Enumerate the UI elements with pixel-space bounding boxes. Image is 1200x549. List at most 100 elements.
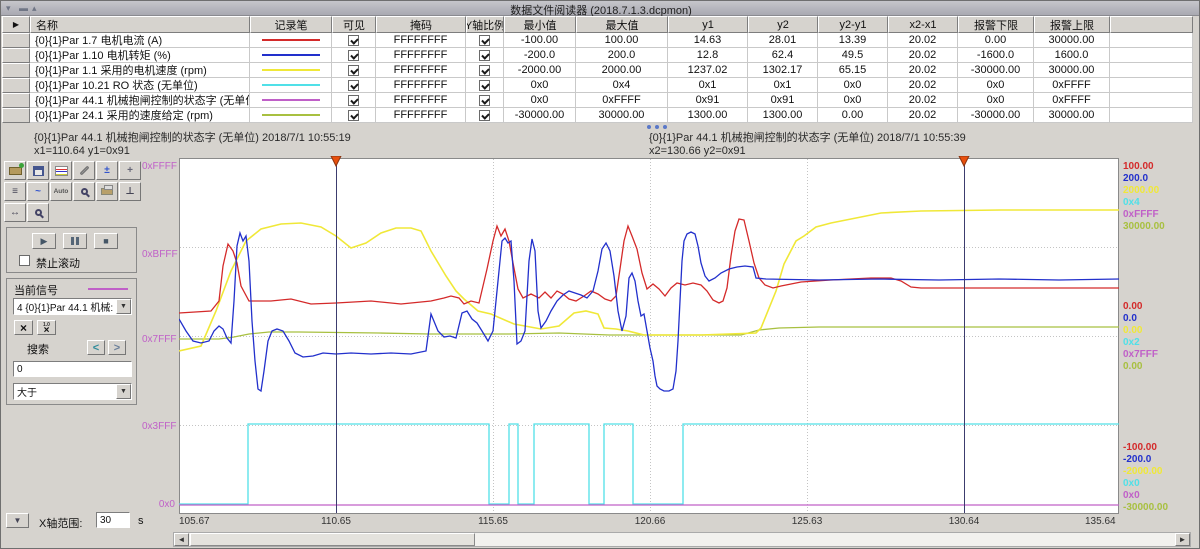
column-header[interactable]: x2-x1 [888, 16, 958, 33]
row-gutter [2, 48, 30, 63]
row-filler [1110, 63, 1193, 78]
chevron-down-icon: ▼ [14, 516, 22, 525]
signal-table: ▶名称记录笔可见掩码Y轴比例最小值最大值y1y2y2-y1x2-x1报警下限报警… [2, 16, 1193, 123]
x-axis-tick-label: 120.66 [635, 516, 666, 527]
visible-checkbox[interactable] [332, 78, 376, 93]
table-row[interactable]: {0}{1}Par 44.1 机械抱闸控制的状态字 (无单位)FFFFFFFF0… [2, 93, 1193, 108]
column-header[interactable]: 最大值 [576, 16, 668, 33]
table-row[interactable]: {0}{1}Par 1.10 电机转矩 (%)FFFFFFFF-200.0200… [2, 48, 1193, 63]
signal-name-cell[interactable]: {0}{1}Par 1.1 采用的电机速度 (rpm) [30, 63, 250, 78]
tools-icon[interactable] [73, 161, 95, 180]
scroll-lock-checkbox[interactable] [19, 255, 30, 266]
visible-checkbox[interactable] [332, 63, 376, 78]
search-next-button[interactable]: > [108, 340, 126, 355]
x-range-input[interactable]: 30 [96, 512, 130, 528]
print-icon[interactable] [96, 182, 118, 201]
delete-signal-button[interactable]: × [14, 320, 33, 335]
pen-color-swatch [250, 108, 332, 123]
chevron-down-icon[interactable]: ▼ [116, 299, 131, 314]
yscale-checkbox[interactable] [466, 63, 504, 78]
signal-name-cell[interactable]: {0}{1}Par 10.21 RO 状态 (无单位) [30, 78, 250, 93]
max-cell: 200.0 [576, 48, 668, 63]
right-axis-label: 30000.00 [1123, 221, 1165, 232]
cursor1-signal-label: {0}{1}Par 44.1 机械抱闸控制的状态字 (无单位) 2018/7/1… [34, 132, 351, 145]
right-axis-label: -100.00 [1123, 442, 1157, 453]
column-header[interactable]: y2 [748, 16, 818, 33]
row-filler [1110, 108, 1193, 123]
search-input[interactable]: 0 [13, 361, 132, 377]
collapse-panel-button[interactable]: ▼ [6, 513, 29, 528]
zoom-find-icon[interactable] [27, 203, 49, 222]
table-row[interactable]: {0}{1}Par 10.21 RO 状态 (无单位)FFFFFFFF0x00x… [2, 78, 1193, 93]
signal-name-cell[interactable]: {0}{1}Par 24.1 采用的速度给定 (rpm) [30, 108, 250, 123]
scale-icon[interactable]: ± [96, 161, 118, 180]
table-row[interactable]: {0}{1}Par 24.1 采用的速度给定 (rpm)FFFFFFFF-300… [2, 108, 1193, 123]
pan-icon[interactable]: + [119, 161, 141, 180]
right-axis-label: 0.00 [1123, 361, 1142, 372]
signal-select[interactable]: 4 {0}{1}Par 44.1 机械: ▼ [13, 298, 132, 315]
open-file-icon[interactable] [4, 161, 26, 180]
y1-cell: 1237.02 [668, 63, 748, 78]
signal-name-cell[interactable]: {0}{1}Par 44.1 机械抱闸控制的状态字 (无单位) [30, 93, 250, 108]
column-header[interactable]: 报警上限 [1034, 16, 1110, 33]
yscale-checkbox[interactable] [466, 78, 504, 93]
visible-checkbox[interactable] [332, 48, 376, 63]
condition-select[interactable]: 大于 ▼ [13, 383, 132, 400]
splitter-handle[interactable] [1, 123, 1200, 131]
axis-setup-icon[interactable]: ⊥ [119, 182, 141, 201]
row-gutter [2, 63, 30, 78]
y1-cell: 14.63 [668, 33, 748, 48]
grid-icon[interactable]: ≡ [4, 182, 26, 201]
play-button[interactable]: ▶ [32, 233, 56, 249]
column-header[interactable]: 名称 [30, 16, 250, 33]
current-signal-group: 当前信号 4 {0}{1}Par 44.1 机械: ▼ × 1.0 × 搜索 <… [6, 278, 137, 405]
current-signal-label: 当前信号 [14, 282, 58, 298]
visible-checkbox[interactable] [332, 93, 376, 108]
column-header[interactable]: 可见 [332, 16, 376, 33]
scroll-left-arrow-icon[interactable]: ◄ [174, 533, 189, 546]
auto-scale-button[interactable]: Auto [50, 182, 72, 201]
fit-view-icon[interactable]: ↔ [4, 203, 26, 222]
x-axis-tick-label: 125.63 [792, 516, 823, 527]
right-axis-label: 0x0 [1123, 490, 1140, 501]
visible-checkbox[interactable] [332, 108, 376, 123]
scroll-right-arrow-icon[interactable]: ► [1175, 533, 1190, 546]
plot-area[interactable] [179, 156, 1119, 514]
table-row[interactable]: {0}{1}Par 1.1 采用的电机速度 (rpm)FFFFFFFF-2000… [2, 63, 1193, 78]
column-header[interactable]: y1 [668, 16, 748, 33]
waveform-icon[interactable]: ~ [27, 182, 49, 201]
pause-button[interactable] [63, 233, 87, 249]
yscale-checkbox[interactable] [466, 48, 504, 63]
table-gutter-arrow-icon[interactable]: ▶ [2, 16, 30, 33]
reset-scale-button[interactable]: 1.0 × [37, 320, 56, 335]
table-row[interactable]: {0}{1}Par 1.7 电机电流 (A)FFFFFFFF-100.00100… [2, 33, 1193, 48]
alarm-high-cell: 30000.00 [1034, 63, 1110, 78]
horizontal-scrollbar[interactable]: ◄ ► [173, 532, 1191, 547]
signal-list-icon[interactable] [50, 161, 72, 180]
column-header[interactable]: 最小值 [504, 16, 576, 33]
signal-name-cell[interactable]: {0}{1}Par 1.10 电机转矩 (%) [30, 48, 250, 63]
signal-name-cell[interactable]: {0}{1}Par 1.7 电机电流 (A) [30, 33, 250, 48]
stop-button[interactable]: ■ [94, 233, 118, 249]
y1-cell: 12.8 [668, 48, 748, 63]
visible-checkbox[interactable] [332, 33, 376, 48]
scrollbar-thumb[interactable] [190, 533, 475, 546]
yscale-checkbox[interactable] [466, 33, 504, 48]
zoom-reset-icon[interactable] [73, 182, 95, 201]
plot-canvas[interactable] [179, 156, 1119, 514]
save-icon[interactable] [27, 161, 49, 180]
yscale-checkbox[interactable] [466, 93, 504, 108]
right-axis-label: 0.0 [1123, 313, 1137, 324]
column-header[interactable]: y2-y1 [818, 16, 888, 33]
column-header[interactable]: 掩码 [376, 16, 466, 33]
row-gutter [2, 33, 30, 48]
column-header[interactable]: 记录笔 [250, 16, 332, 33]
column-header[interactable]: Y轴比例 [466, 16, 504, 33]
search-prev-button[interactable]: < [87, 340, 105, 355]
chevron-down-icon[interactable]: ▼ [116, 384, 131, 399]
x2-x1-cell: 20.02 [888, 108, 958, 123]
yscale-checkbox[interactable] [466, 108, 504, 123]
cursor1-info: {0}{1}Par 44.1 机械抱闸控制的状态字 (无单位) 2018/7/1… [34, 132, 351, 158]
right-axis-label: 0.00 [1123, 325, 1142, 336]
column-header[interactable]: 报警下限 [958, 16, 1034, 33]
